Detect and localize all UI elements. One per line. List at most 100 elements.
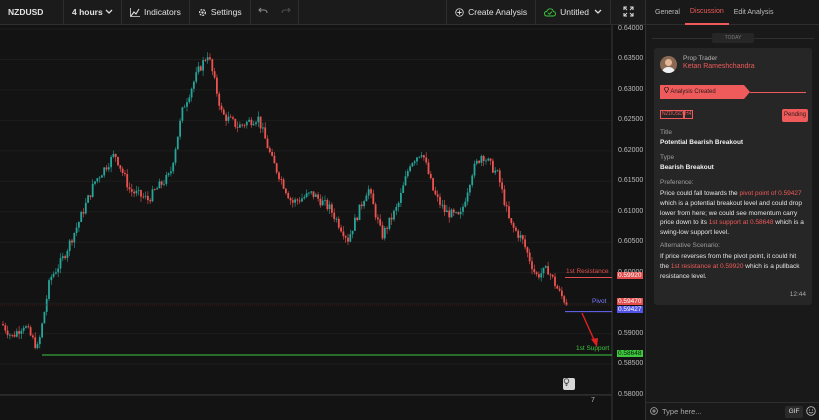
candle-body (482, 155, 485, 161)
fullscreen-button[interactable] (611, 0, 645, 25)
add-attachment-icon[interactable] (650, 406, 658, 417)
tab-discussion[interactable]: Discussion (684, 0, 729, 25)
candle-body (370, 189, 372, 194)
symbol-tag: NZDUSD (660, 110, 685, 119)
candle-body (374, 204, 377, 218)
price-chart[interactable]: 0.64000 0.63500 0.63000 0.62500 0.62000 0.615… (0, 25, 645, 420)
tab-general[interactable]: General (650, 0, 685, 25)
candle-body (340, 227, 342, 232)
candle-body (554, 276, 556, 286)
candle-body (119, 165, 122, 169)
type-value: Bearish Breakout (660, 164, 714, 171)
price-tick-label: 0.61500 (618, 177, 644, 185)
candle-body (282, 179, 285, 189)
candle-body (250, 119, 253, 126)
candle-body (379, 219, 382, 226)
candle-body (503, 189, 506, 206)
candle-body (160, 181, 163, 185)
candle-body (61, 256, 64, 259)
candle-body (549, 274, 552, 276)
candle-body (531, 261, 533, 270)
price-tick-label: 0.63500 (618, 55, 644, 63)
candle-body (377, 217, 379, 220)
candle-body (317, 194, 319, 199)
message-input[interactable] (662, 404, 785, 419)
author-name[interactable]: Ketan Rameshchandra (683, 63, 755, 70)
candle-body (528, 252, 531, 262)
alternative-label: Alternative Scenario: (660, 242, 720, 249)
candle-body (101, 175, 103, 178)
fullscreen-icon (622, 5, 634, 19)
candle-body (50, 276, 53, 281)
candle-body (347, 237, 349, 242)
candle-body (45, 298, 48, 312)
candle-body (273, 155, 276, 164)
indicators-button[interactable]: Indicators (122, 0, 190, 25)
candle-body (112, 153, 115, 157)
candle-body (137, 190, 140, 191)
time-axis-label: 7 (591, 397, 595, 404)
candle-body (225, 114, 227, 121)
candlestick-plot[interactable] (0, 25, 645, 420)
resistance-label: 1st Resistance (566, 268, 609, 275)
candle-body (156, 188, 158, 190)
current-price-tag: 0.59470 (617, 298, 643, 305)
candle-body (167, 173, 170, 175)
candle-body (80, 212, 83, 222)
candle-body (365, 195, 368, 202)
create-analysis-button[interactable]: Create Analysis (447, 0, 537, 25)
candle-body (71, 240, 73, 243)
tab-edit-analysis[interactable]: Edit Analysis (729, 0, 779, 25)
candle-body (211, 59, 214, 72)
interval-dropdown[interactable]: 4 hours (64, 0, 122, 25)
symbol-button[interactable]: NZDUSD (0, 0, 64, 25)
candle-body (165, 174, 168, 184)
candle-body (480, 155, 483, 163)
candle-body (15, 331, 18, 337)
candle-body (397, 202, 400, 207)
candle-body (239, 124, 241, 128)
candle-body (489, 158, 492, 161)
candle-body (78, 221, 80, 228)
candle-body (216, 77, 218, 94)
candle-body (57, 268, 60, 273)
toolbar-spacer (299, 0, 448, 25)
candle-body (144, 195, 147, 197)
lightbulb-icon[interactable] (563, 378, 575, 390)
alternative-text: If price reverses from the pivot point, … (660, 252, 806, 281)
candle-body (505, 205, 508, 207)
candle-body (264, 127, 267, 139)
gear-icon (198, 8, 207, 17)
gif-button[interactable]: GIF (785, 405, 803, 418)
settings-button[interactable]: Settings (190, 0, 251, 25)
untitled-label: Untitled (560, 7, 589, 17)
candle-body (381, 225, 384, 239)
candle-body (66, 250, 69, 259)
candle-body (91, 183, 94, 197)
candle-body (64, 256, 66, 259)
status-badge[interactable]: Pending (782, 109, 808, 122)
candle-body (285, 188, 287, 194)
redo-icon (281, 7, 291, 17)
candle-body (404, 176, 407, 186)
emoji-icon[interactable] (806, 405, 816, 418)
candle-body (354, 217, 356, 231)
candle-body (501, 182, 503, 190)
price-tick-label: 0.63000 (618, 85, 644, 93)
candle-body (395, 206, 398, 211)
candle-body (4, 325, 7, 331)
candle-body (126, 174, 129, 188)
bearish-arrow-shaft (581, 312, 596, 343)
candle-body (360, 204, 363, 207)
avatar[interactable] (660, 56, 677, 73)
candle-body (434, 190, 437, 195)
redo-button[interactable] (275, 0, 299, 25)
candle-body (107, 167, 110, 170)
candle-body (538, 274, 540, 278)
candle-body (310, 191, 313, 193)
candle-body (110, 156, 112, 168)
untitled-dropdown[interactable]: Untitled (536, 0, 611, 25)
candle-body (308, 192, 310, 194)
candle-body (220, 105, 223, 110)
undo-button[interactable] (251, 0, 275, 25)
